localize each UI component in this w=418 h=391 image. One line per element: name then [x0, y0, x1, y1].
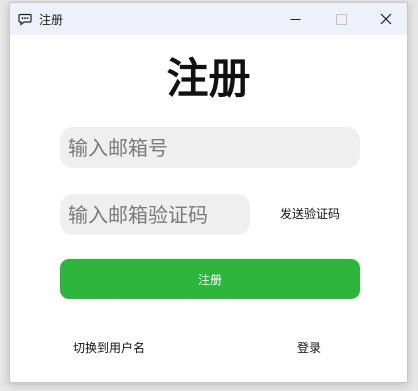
close-button[interactable]	[363, 3, 409, 35]
maximize-icon	[335, 13, 347, 25]
register-button[interactable]: 注册	[60, 259, 360, 299]
switch-to-username-link[interactable]: 切换到用户名	[73, 339, 145, 356]
verification-code-input[interactable]	[60, 194, 250, 235]
app-window: 注册 注册 发送验证码 注册 切换到用户名 登录	[9, 2, 408, 383]
minimize-button[interactable]	[272, 3, 318, 35]
close-icon	[380, 13, 392, 25]
email-input[interactable]	[60, 127, 360, 168]
window-title: 注册	[39, 13, 64, 27]
minimize-icon	[290, 18, 300, 20]
send-code-button[interactable]: 发送验证码	[272, 205, 348, 222]
maximize-button[interactable]	[318, 3, 364, 35]
title-bar[interactable]: 注册	[10, 3, 407, 35]
chat-bubble-icon	[18, 13, 32, 26]
login-link[interactable]: 登录	[297, 339, 321, 356]
page-title: 注册	[166, 54, 251, 103]
